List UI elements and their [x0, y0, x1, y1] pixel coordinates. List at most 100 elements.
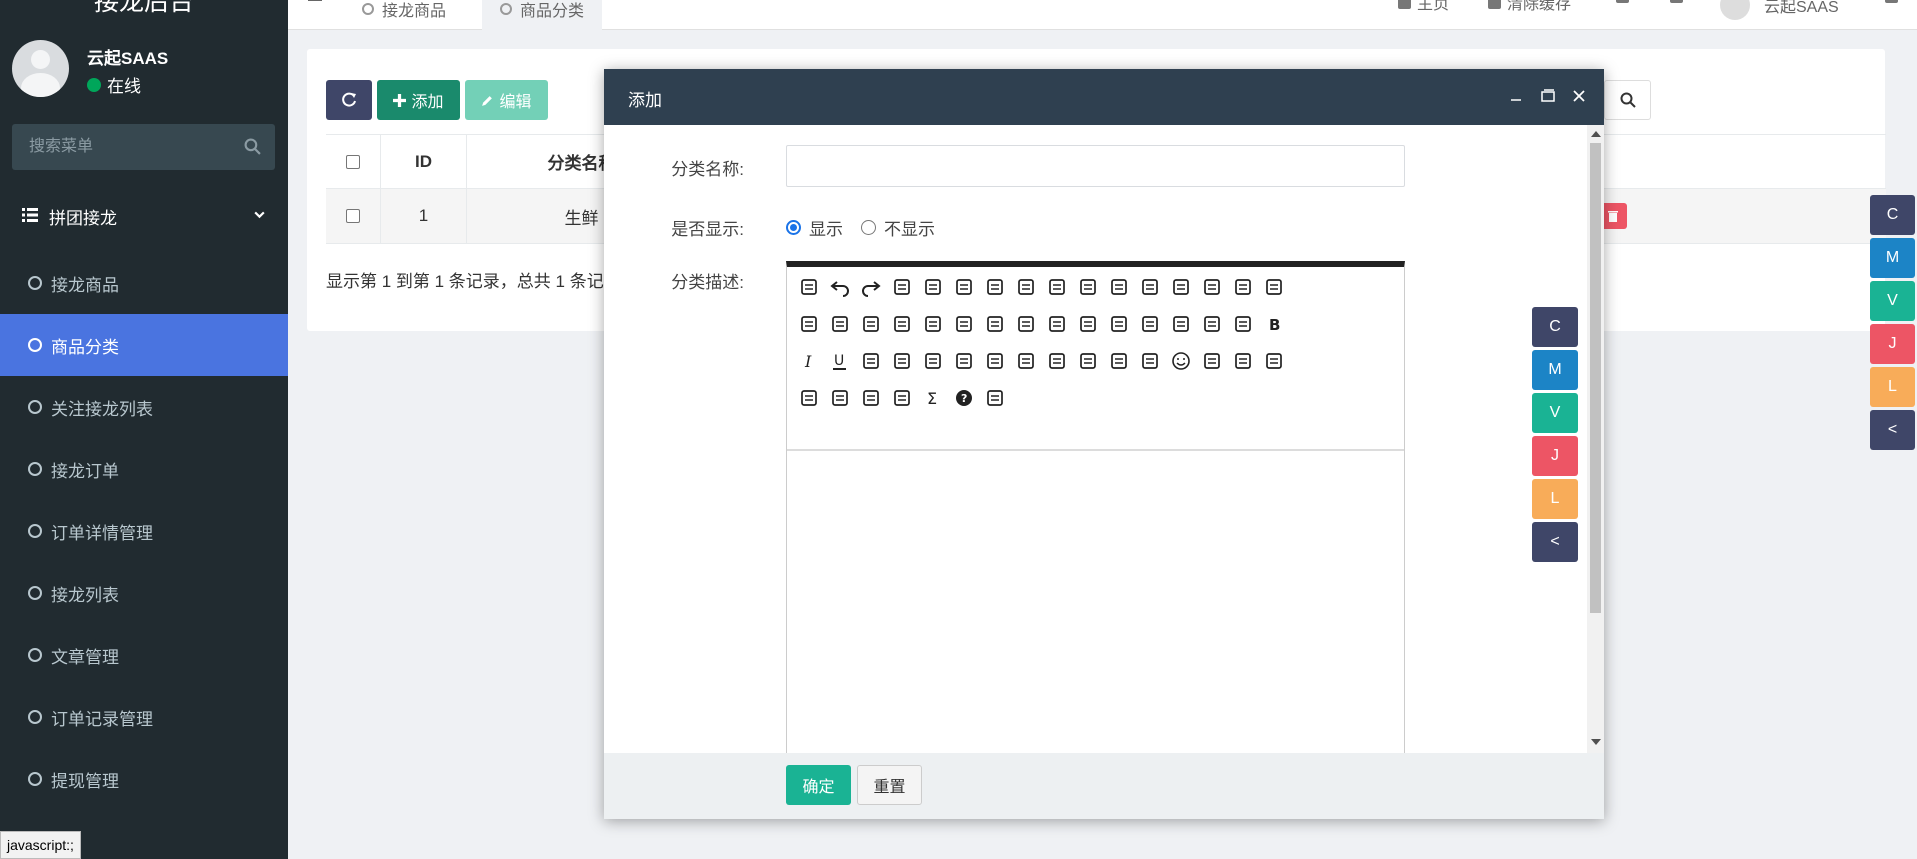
- display-hide-label[interactable]: 不显示: [884, 215, 935, 240]
- scroll-down-arrow-icon[interactable]: [1591, 739, 1601, 745]
- outdent-icon[interactable]: [919, 310, 947, 338]
- theme-c-button[interactable]: C: [1532, 307, 1578, 347]
- close-icon[interactable]: [1570, 87, 1588, 105]
- clear-cache-link[interactable]: 清除缓存: [1488, 0, 1571, 14]
- flash-icon[interactable]: [1012, 347, 1040, 375]
- theme-l-button[interactable]: L: [1532, 479, 1578, 519]
- underline-icon[interactable]: U: [826, 347, 854, 375]
- paste-text-icon[interactable]: [1167, 273, 1195, 301]
- theme-l-button[interactable]: L: [1870, 367, 1915, 407]
- sidebar-item-follow-list[interactable]: 关注接龙列表: [0, 376, 288, 438]
- superscript-icon[interactable]: [981, 310, 1009, 338]
- anchor-icon[interactable]: [1260, 347, 1288, 375]
- map-icon[interactable]: [1198, 347, 1226, 375]
- select-all-checkbox[interactable]: [346, 154, 360, 169]
- menu-toggle-icon[interactable]: [308, 0, 322, 6]
- search-replace-icon[interactable]: [888, 384, 916, 412]
- align-center-icon[interactable]: [1229, 273, 1257, 301]
- fullscreen-button[interactable]: [1670, 0, 1689, 3]
- home-link[interactable]: 主页: [1398, 0, 1449, 14]
- dialog-scrollbar[interactable]: [1587, 125, 1604, 753]
- source-code-icon[interactable]: [795, 273, 823, 301]
- sidebar-item-withdraw[interactable]: 提现管理: [0, 748, 288, 810]
- copy-format-icon[interactable]: [1105, 273, 1133, 301]
- title-icon[interactable]: [1105, 310, 1133, 338]
- code-icon[interactable]: [981, 273, 1009, 301]
- theme-j-button[interactable]: J: [1870, 324, 1915, 364]
- select-all-icon[interactable]: [1074, 310, 1102, 338]
- menu-search-input[interactable]: [12, 124, 232, 170]
- multi-image-icon[interactable]: [981, 347, 1009, 375]
- refresh-button[interactable]: [326, 80, 372, 120]
- cloud-upload-icon[interactable]: [857, 384, 885, 412]
- horizontal-rule-icon[interactable]: [1136, 347, 1164, 375]
- theme-j-button[interactable]: J: [1532, 436, 1578, 476]
- quote-icon[interactable]: [1012, 273, 1040, 301]
- background-color-icon[interactable]: [1229, 310, 1257, 338]
- sidebar-item-articles[interactable]: 文章管理: [0, 624, 288, 686]
- edit-button[interactable]: 编辑: [465, 80, 548, 120]
- display-show-label[interactable]: 显示: [809, 215, 843, 240]
- find-icon[interactable]: [1043, 310, 1071, 338]
- at-icon[interactable]: [888, 273, 916, 301]
- sidebar-item-jielong-goods[interactable]: 接龙商品: [0, 252, 288, 314]
- theme-collapse-button[interactable]: <: [1532, 522, 1578, 562]
- align-justify-icon[interactable]: [795, 310, 823, 338]
- row-checkbox[interactable]: [346, 209, 360, 223]
- clear-format-icon[interactable]: [1012, 310, 1040, 338]
- italic-icon[interactable]: I: [795, 347, 823, 375]
- subscript-icon[interactable]: [950, 310, 978, 338]
- unordered-list-icon[interactable]: [857, 310, 885, 338]
- text-frame-icon[interactable]: [888, 347, 916, 375]
- editor-content-area[interactable]: [787, 453, 1404, 753]
- link-2-icon[interactable]: [795, 384, 823, 412]
- formula-icon[interactable]: Σ: [919, 384, 947, 412]
- video-icon[interactable]: [1043, 347, 1071, 375]
- redo-icon[interactable]: [857, 273, 885, 301]
- theme-m-button[interactable]: M: [1532, 350, 1578, 390]
- display-hide-radio[interactable]: [861, 220, 876, 235]
- copy-icon[interactable]: [1074, 273, 1102, 301]
- sidebar-item-order-records[interactable]: 订单记录管理: [0, 686, 288, 748]
- minimize-icon[interactable]: [1507, 87, 1525, 105]
- font-color-icon[interactable]: [1198, 310, 1226, 338]
- fullscreen-icon[interactable]: [981, 384, 1009, 412]
- maximize-icon[interactable]: [1539, 87, 1557, 105]
- undo-icon[interactable]: [826, 273, 854, 301]
- help-icon[interactable]: ?: [950, 384, 978, 412]
- image-icon[interactable]: [950, 347, 978, 375]
- align-right-icon[interactable]: [1260, 273, 1288, 301]
- settings-button[interactable]: [1885, 0, 1904, 3]
- lock-screen-button[interactable]: [1616, 0, 1635, 3]
- font-size-icon[interactable]: [1167, 310, 1195, 338]
- scroll-up-arrow-icon[interactable]: [1591, 131, 1601, 137]
- paste-icon[interactable]: [1136, 273, 1164, 301]
- link-icon[interactable]: [1074, 347, 1102, 375]
- print-icon[interactable]: [919, 273, 947, 301]
- indent-icon[interactable]: [888, 310, 916, 338]
- theme-collapse-button[interactable]: <: [1870, 410, 1915, 450]
- menu-group-pintuan[interactable]: 拼团接龙: [0, 196, 288, 236]
- font-family-icon[interactable]: [1136, 310, 1164, 338]
- page-break-icon[interactable]: [1229, 347, 1257, 375]
- user-menu[interactable]: 云起SAAS: [1720, 0, 1839, 20]
- strikethrough-icon[interactable]: [857, 347, 885, 375]
- add-button[interactable]: 添加: [377, 80, 460, 120]
- tab-goods-category[interactable]: 商品分类: [482, 0, 603, 30]
- bold-icon[interactable]: B: [1260, 310, 1288, 338]
- cut-icon[interactable]: [1043, 273, 1071, 301]
- category-name-input[interactable]: [786, 145, 1405, 187]
- theme-m-button[interactable]: M: [1870, 238, 1915, 278]
- unlink-icon[interactable]: [826, 384, 854, 412]
- theme-v-button[interactable]: V: [1532, 393, 1578, 433]
- sidebar-item-orders[interactable]: 接龙订单: [0, 438, 288, 500]
- eraser-icon[interactable]: [919, 347, 947, 375]
- theme-c-button[interactable]: C: [1870, 195, 1915, 235]
- theme-v-button[interactable]: V: [1870, 281, 1915, 321]
- sidebar-item-jielong-list[interactable]: 接龙列表: [0, 562, 288, 624]
- confirm-button[interactable]: 确定: [786, 765, 851, 805]
- ordered-list-icon[interactable]: [826, 310, 854, 338]
- align-left-icon[interactable]: [1198, 273, 1226, 301]
- reset-button[interactable]: 重置: [857, 765, 922, 805]
- sidebar-item-goods-category[interactable]: 商品分类: [0, 314, 288, 376]
